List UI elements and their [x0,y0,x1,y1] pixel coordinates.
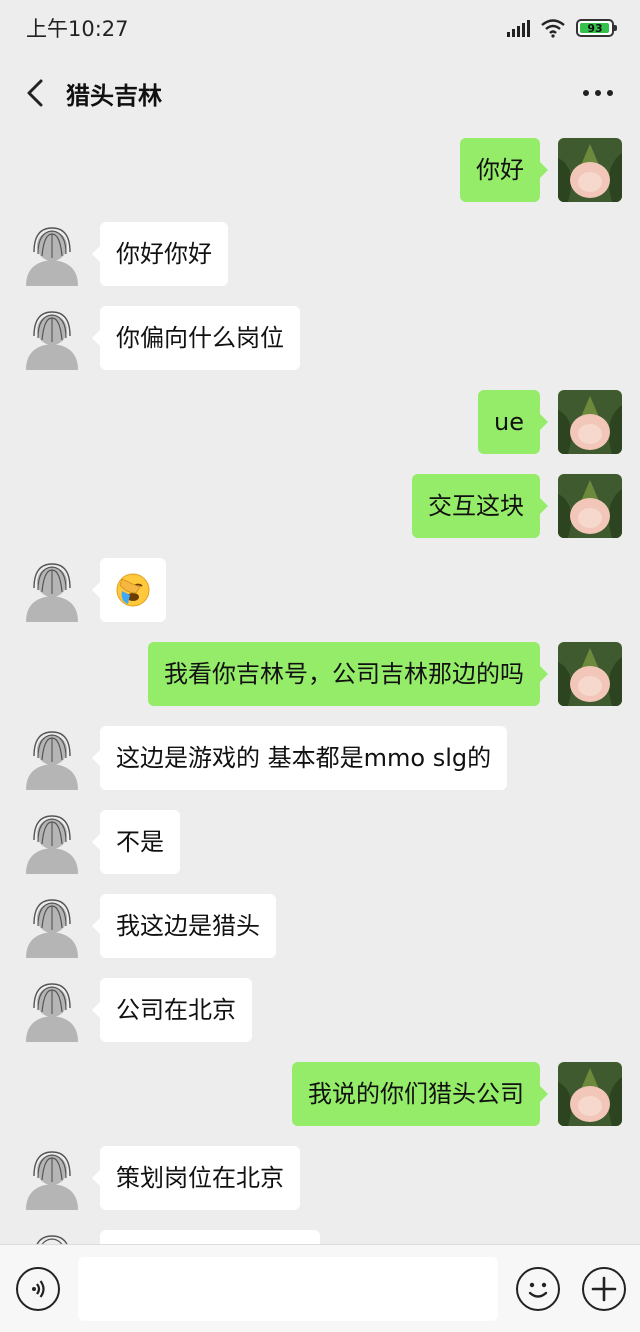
my-avatar[interactable] [558,1062,622,1126]
message-row: 你偏向什么岗位 [0,306,640,372]
message-row: 这边是游戏的 基本都是mmo slg的 [0,726,640,792]
message-row: 你好你好 [0,222,640,288]
message-bubble-sent[interactable]: 我说的你们猎头公司 [292,1062,548,1126]
back-button[interactable] [20,73,50,113]
battery-level: 93 [587,21,603,35]
message-row: 策划岗位在北京 [0,1146,640,1212]
more-dots-icon [583,90,613,96]
facepalm-emoji-icon [116,573,150,607]
message-bubble-received[interactable]: 我这边是猎头 [92,894,276,958]
message-bubble-received[interactable]: 策划岗位在北京 [92,1146,300,1210]
message-bubble-sent[interactable]: 我看你吉林号，公司吉林那边的吗 [148,642,548,706]
chat-title: 猎头吉林 [66,81,162,110]
contact-avatar[interactable] [20,726,84,790]
emoji-button[interactable] [516,1267,560,1311]
message-bubble-sent[interactable]: ue [478,390,548,454]
status-bar: 上午10:27 93 [0,0,640,56]
message-row: 交互这块 [0,474,640,540]
status-icons: 93 [507,18,617,38]
message-bubble-received[interactable]: 你好你好 [92,222,228,286]
message-bubble-received[interactable]: 公司在北京 [92,978,252,1042]
my-avatar[interactable] [558,390,622,454]
message-row: 我这边是猎头 [0,894,640,960]
contact-avatar[interactable] [20,810,84,874]
message-bubble-received[interactable]: 这边是游戏的 基本都是mmo slg的 [91,726,508,790]
message-row: ue [0,390,640,456]
my-avatar[interactable] [558,642,622,706]
emoji-icon [528,1282,548,1298]
message-bubble-sent[interactable]: 你好 [460,138,548,202]
message-row: 我说的你们猎头公司 [0,1062,640,1128]
contact-avatar[interactable] [20,894,84,958]
message-row [0,558,640,624]
chat-header: 猎头吉林 [0,56,640,130]
voice-button[interactable] [16,1267,60,1311]
contact-avatar[interactable] [20,306,84,370]
chevron-left-icon [27,79,43,107]
message-row: 我看你吉林号，公司吉林那边的吗 [0,642,640,708]
contact-avatar[interactable] [20,1230,84,1244]
message-row: 不是 [0,810,640,876]
wifi-icon [541,19,565,38]
my-avatar[interactable] [558,138,622,202]
plus-icon [591,1276,617,1302]
input-bar [0,1244,640,1332]
voice-icon [32,1280,45,1298]
plus-button[interactable] [582,1267,626,1311]
status-time: 上午10:27 [26,17,129,41]
message-row-partial [0,1230,640,1244]
message-input[interactable] [78,1257,498,1321]
message-list[interactable]: 你好 你好你好 你偏向什么岗位 ue 交互这块 我看你吉林号，公司吉林那边的吗 … [0,130,640,1244]
message-bubble-sent[interactable]: 交互这块 [412,474,548,538]
contact-avatar[interactable] [20,1146,84,1210]
battery-icon: 93 [576,19,617,37]
message-bubble-received[interactable] [92,558,166,622]
message-row: 你好 [0,138,640,204]
message-bubble-received[interactable] [100,1230,320,1244]
signal-icon [507,19,530,37]
contact-avatar[interactable] [20,558,84,622]
my-avatar[interactable] [558,474,622,538]
message-bubble-received[interactable]: 你偏向什么岗位 [92,306,300,370]
contact-avatar[interactable] [20,222,84,286]
more-button[interactable] [576,73,620,113]
message-bubble-received[interactable]: 不是 [92,810,180,874]
message-row: 公司在北京 [0,978,640,1044]
contact-avatar[interactable] [20,978,84,1042]
